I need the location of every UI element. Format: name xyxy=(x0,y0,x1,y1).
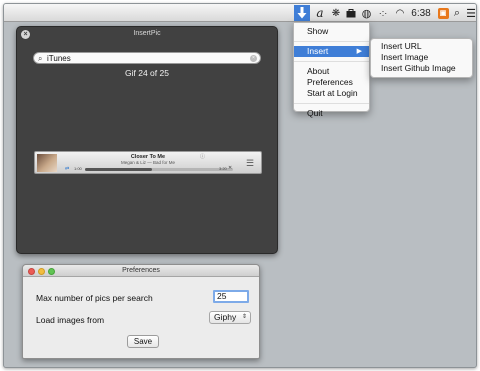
menu-divider xyxy=(294,61,369,62)
load-from-label: Load images from xyxy=(36,315,105,325)
search-icon: ⌕ xyxy=(38,54,43,63)
menu-item-start-at-login[interactable]: Start at Login xyxy=(294,88,369,99)
menu-item-insert-label: Insert xyxy=(307,46,329,56)
load-from-value: Giphy xyxy=(214,312,237,322)
submenu-arrow-icon: ▶ xyxy=(356,48,362,55)
shuffle-icon: ✕ xyxy=(228,165,233,171)
clear-icon[interactable]: × xyxy=(250,54,257,62)
preferences-window: Preferences Max number of pics per searc… xyxy=(22,264,260,359)
select-arrows-icon: ⇕ xyxy=(241,314,247,320)
menu-item-about[interactable]: About xyxy=(294,66,369,77)
menu-item-show[interactable]: Show xyxy=(294,26,369,37)
menu-item-insert-github-image[interactable]: Insert Github Image xyxy=(371,63,472,74)
insertpic-window: × InsertPic ⌕ iTunes × Gif 24 of 25 Clos… xyxy=(16,26,278,254)
info-icon: ⓘ xyxy=(200,154,206,160)
progress-track xyxy=(85,168,233,171)
download-arrow-icon[interactable] xyxy=(294,5,310,21)
menu-item-insert[interactable]: Insert ▶ xyxy=(294,46,369,57)
save-button[interactable]: Save xyxy=(127,335,159,348)
search-value: iTunes xyxy=(47,54,71,63)
window-title: Preferences xyxy=(122,267,160,274)
gif-counter: Gif 24 of 25 xyxy=(125,68,169,78)
wifi-icon[interactable]: ◠ xyxy=(394,5,406,21)
menu-item-quit[interactable]: Quit xyxy=(294,108,369,119)
search-icon[interactable]: ⌕ xyxy=(451,5,463,21)
menu-item-insert-image[interactable]: Insert Image xyxy=(371,52,472,63)
paw-icon[interactable]: ❋ xyxy=(330,5,342,21)
clock-time[interactable]: 6:38 xyxy=(407,5,435,21)
window-title: InsertPic xyxy=(133,30,161,37)
max-pics-field[interactable]: 25 xyxy=(213,290,249,303)
orange-app-icon[interactable]: ▣ xyxy=(437,5,449,21)
elapsed-time: 1:00 xyxy=(74,166,82,171)
repeat-icon: ⇄ xyxy=(65,166,70,172)
desktop: a ❋ ◍ ·:· ◠ 6:38 ▣ ⌕ ☰ × InsertPic ⌕ iTu… xyxy=(3,3,477,368)
insert-submenu: Insert URL Insert Image Insert Github Im… xyxy=(370,38,473,78)
progress-fill xyxy=(85,168,152,171)
briefcase-icon[interactable] xyxy=(345,5,357,21)
script-a-icon[interactable]: a xyxy=(313,5,327,21)
dots-icon[interactable]: ·:· xyxy=(376,5,390,21)
title-bar: Preferences xyxy=(23,265,259,277)
list-icon[interactable]: ☰ xyxy=(465,5,476,21)
menu-item-insert-url[interactable]: Insert URL xyxy=(371,41,472,52)
menu-divider xyxy=(294,41,369,42)
menu-divider xyxy=(294,103,369,104)
load-from-select[interactable]: Giphy ⇕ xyxy=(209,311,251,324)
globe-icon[interactable]: ◍ xyxy=(360,5,373,21)
itunes-player-gif: Closer To Me ⓘ Megan & Liz — Bad for Me … xyxy=(34,151,262,174)
menu-bar: a ❋ ◍ ·:· ◠ 6:38 ▣ ⌕ ☰ xyxy=(4,4,476,22)
search-input[interactable]: ⌕ iTunes × xyxy=(33,52,261,64)
menu-item-preferences[interactable]: Preferences xyxy=(294,77,369,88)
app-menu: Show Insert ▶ About Preferences Start at … xyxy=(293,22,370,118)
max-pics-label: Max number of pics per search xyxy=(36,293,153,303)
list-icon: ☰ xyxy=(246,158,255,168)
total-time: 3:20 xyxy=(219,166,227,171)
